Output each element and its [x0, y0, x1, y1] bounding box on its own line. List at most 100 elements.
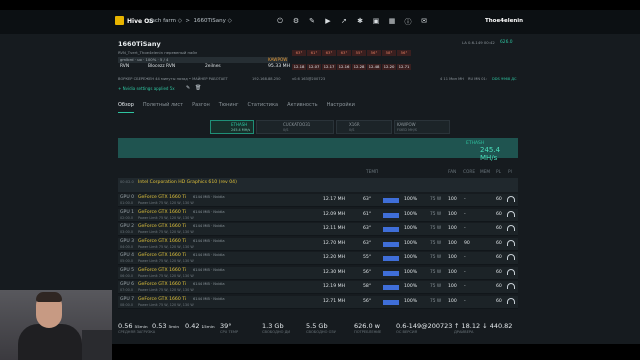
hive-logo-icon[interactable] — [115, 16, 124, 25]
gpu-hashrate: 12.30 MH — [323, 269, 346, 275]
gpu-row[interactable]: GPU 5 06:00.0 GeForce GTX 1660 Ti 6144 M… — [118, 266, 518, 280]
tab-overclock[interactable]: Разгон — [192, 102, 210, 108]
gpu-model: GeForce GTX 1660 Ti — [138, 209, 187, 215]
header-temp-cell: 56° — [397, 50, 411, 56]
tab-settings[interactable]: Настройки — [327, 102, 355, 108]
wrench-icon[interactable]: ✎ — [304, 17, 320, 27]
gpu-model: GeForce GTX 1660 Ti — [138, 195, 187, 200]
tab-tuning[interactable]: Тюнинг — [219, 102, 239, 108]
col-temp: ТЕМП — [366, 170, 379, 175]
rocket-icon[interactable]: ➚ — [336, 17, 352, 27]
gpu-row[interactable]: GPU 7 08:00.0 GeForce GTX 1660 Ti 6144 M… — [118, 295, 518, 309]
gauge-icon[interactable] — [507, 254, 515, 260]
gpu-power: 75 W — [430, 211, 442, 217]
user-name[interactable]: Thoe4elenin — [485, 18, 523, 24]
play-icon[interactable]: ▶ — [320, 17, 336, 27]
footer-stat-value: 0.42 ₁₅ₘᵢₙ — [185, 322, 215, 330]
gpu-power: 75 W — [430, 284, 442, 289]
footer-stat-value: 1.3 Gb — [262, 322, 284, 330]
gpu-power: 75 W — [430, 298, 442, 304]
footer-stat-label: СРЕДНЯЯ ЗАГРУЗКА — [118, 330, 156, 334]
tab-overview[interactable]: Обзор — [118, 102, 134, 108]
gpu-fan-bar — [383, 256, 399, 261]
algo-card-ethash[interactable]: ETHASH 245.4 MH/s — [210, 120, 254, 134]
worker-info-right1: 4 11 Мин MH — [440, 77, 464, 81]
breadcrumb-worker[interactable]: 1660TiSany ◇ — [194, 18, 232, 24]
footer-stat: 0.53 ₅ₘᵢₙ — [152, 322, 179, 330]
header-hash-cell: 12.48 — [367, 64, 381, 70]
gpu-mem-clock: 90 — [464, 240, 470, 246]
footer-stat-label: СВОБОДНО ДИ — [262, 330, 291, 334]
gpu-row[interactable]: GPU 0 01:00.0 GeForce GTX 1660 Ti 6144 M… — [118, 194, 518, 207]
gpu-bus: 02:00.0 — [120, 215, 134, 220]
tab-stats[interactable]: Статистика — [247, 102, 278, 108]
gauge-icon[interactable] — [507, 210, 515, 217]
gpu-row[interactable]: GPU 6 07:00.0 GeForce GTX 1660 Ti 6144 M… — [118, 281, 518, 294]
terminal-icon[interactable]: ▣ — [368, 17, 384, 27]
worker-os-version: v0.6 163@200723 — [292, 77, 326, 81]
gpu-fan-bar — [383, 285, 399, 290]
gpu-bus: 01:00.0 — [120, 201, 134, 205]
gpu-row[interactable]: GPU 3 04:00.0 GeForce GTX 1660 Ti 6144 M… — [118, 237, 518, 251]
gpu-row[interactable]: GPU 1 02:00.0 GeForce GTX 1660 Ti 6144 M… — [118, 208, 518, 222]
gear-icon[interactable]: ✱ — [352, 17, 368, 27]
tab-flight-sheet[interactable]: Полетный лист — [143, 102, 183, 108]
wallet-sub: перевеный найл — [164, 50, 198, 55]
gauge-icon[interactable] — [507, 297, 515, 304]
worker-ip: 192.168.88.250 — [252, 77, 281, 81]
header-temp-cell: 63° — [322, 50, 336, 56]
col-pl2: Pl — [508, 170, 512, 175]
gpu-model: GeForce GTX 1660 Ti — [138, 224, 187, 229]
gpu-id: GPU 1 — [120, 209, 135, 215]
footer-stat-label: СВОБОДНО ОЗУ — [306, 330, 336, 334]
gpu-hashrate: 12.17 MH — [323, 197, 346, 202]
algo-card-kawpow[interactable]: KAWPOW FIXED MH/S — [394, 120, 450, 134]
gpu-bus: 03:00.0 — [120, 230, 134, 234]
power-icon[interactable]: ⏻ — [272, 17, 288, 27]
algo-card-cuckatoo[interactable]: CUCKATOO31 0/S — [256, 120, 334, 134]
gpu-hashrate: 12.71 MH — [323, 298, 346, 304]
video-letterbox-top — [0, 0, 640, 10]
gpu-row[interactable]: GPU 2 03:00.0 GeForce GTX 1660 Ti 6144 M… — [118, 223, 518, 236]
trash-icon[interactable]: 🗑 — [195, 85, 201, 91]
tab-activity[interactable]: Активность — [287, 102, 318, 108]
info-icon[interactable]: ⓘ — [400, 17, 416, 27]
wallet-name[interactable]: RVN_Tvert_Thoe4elenin — [118, 50, 163, 55]
gpu-temp: 58° — [363, 284, 372, 289]
gpu-bus: 05:00.0 — [120, 259, 134, 263]
gauge-icon[interactable] — [507, 239, 515, 246]
gpu-id: GPU 5 — [120, 267, 135, 273]
version-label: LA 0.6-149 00:42 — [462, 40, 495, 45]
status-footer: 0.56 ₅₅ₘᵢₙ СРЕДНЯЯ ЗАГРУЗКА 0.53 ₅ₘᵢₙ 0.42 … — [110, 322, 530, 344]
gpu-fan-bar — [383, 198, 399, 203]
mail-icon[interactable]: ✉ — [416, 17, 432, 27]
rig-name: 1660TiSany — [118, 40, 161, 48]
breadcrumb[interactable]: gach farm ◇ > 1660TiSany ◇ — [148, 18, 232, 24]
header-hash-cell: 12.18 — [292, 64, 306, 70]
algo-card-x16r[interactable]: X16R 0/S — [336, 120, 392, 134]
gpu-id: GPU 6 — [120, 282, 135, 287]
gpu-core: 100 — [448, 211, 457, 217]
webcam-presenter-body — [18, 324, 82, 360]
total-hashrate: 95.33 MH — [268, 64, 291, 69]
gpu-row[interactable]: GPU 4 05:00.0 GeForce GTX 1660 Ti 6144 M… — [118, 252, 518, 265]
footer-stat-value: 5.5 Gb — [306, 322, 328, 330]
gpu-power-info: Power Limit 75 W, 120 W, 130 W — [138, 302, 194, 307]
breadcrumb-farm[interactable]: gach farm ◇ — [148, 18, 182, 24]
profile-applied-note[interactable]: + Nvidia settings applied 5x — [118, 86, 175, 91]
gpu-model: GeForce GTX 1660 Ti — [138, 253, 187, 258]
col-mem: MEM — [480, 170, 491, 175]
hiveos-dashboard: Hive OS gach farm ◇ > 1660TiSany ◇ ⏻ ⚙ ✎… — [0, 0, 640, 360]
gauge-icon[interactable] — [507, 283, 515, 289]
gpu-pl: 60 — [496, 284, 502, 289]
gauge-icon[interactable] — [507, 268, 515, 275]
col-pl: PL — [496, 170, 501, 175]
pencil-icon[interactable]: ✎ — [186, 85, 190, 91]
gpu-bus: 08:00.0 — [120, 302, 134, 307]
grid-icon[interactable]: ▦ — [384, 17, 400, 27]
algo-card-title: KAWPOW — [397, 122, 416, 127]
gauge-icon[interactable] — [507, 225, 515, 231]
settings-icon[interactable]: ⚙ — [288, 17, 304, 27]
gpu-model: GeForce GTX 1660 Ti — [138, 282, 187, 287]
gauge-icon[interactable] — [507, 196, 515, 202]
